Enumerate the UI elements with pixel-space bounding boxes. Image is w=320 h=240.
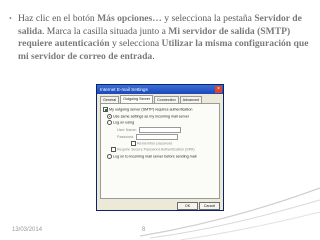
requires-auth-checkbox[interactable]	[103, 107, 108, 112]
remember-password-checkbox[interactable]	[131, 141, 136, 146]
use-same-radio[interactable]	[107, 114, 112, 119]
log-on-incoming-label: Log on to incoming mail server before se…	[113, 154, 197, 159]
tab-general[interactable]: General	[100, 96, 120, 103]
text-part: .	[152, 50, 155, 62]
window-title-bar: Internet E-mail Settings ×	[97, 85, 223, 94]
slide-page-number: 8	[142, 227, 146, 233]
password-label: Password:	[117, 134, 135, 139]
log-on-incoming-radio[interactable]	[107, 154, 112, 159]
user-name-input[interactable]	[138, 127, 181, 133]
user-name-row: User Name:	[117, 127, 181, 133]
log-on-incoming-option[interactable]: Log on to incoming mail server before se…	[107, 154, 196, 159]
tab-connection[interactable]: Connection	[153, 96, 179, 103]
text-part: . Marca la casilla situada junto a	[42, 25, 169, 37]
use-same-settings-option[interactable]: Use same settings as my incoming mail se…	[107, 114, 189, 119]
user-name-label: User Name:	[117, 127, 137, 132]
log-on-using-option[interactable]: Log on using	[107, 120, 134, 125]
password-input[interactable]	[136, 134, 179, 140]
decorative-swoosh	[140, 187, 320, 240]
text-part: y selecciona	[109, 38, 162, 50]
password-row: Password:	[117, 134, 179, 140]
highlight-more-options: Más opciones…	[97, 13, 162, 24]
tab-outgoing-server[interactable]: Outgoing Server	[120, 95, 153, 103]
text-part: y selecciona la pestaña	[161, 13, 255, 24]
spa-option[interactable]: Require Secure Password Authentication (…	[111, 147, 195, 152]
remember-password-label: Remember password	[137, 141, 173, 146]
requires-auth-label: My outgoing server (SMTP) requires authe…	[109, 107, 193, 112]
tab-advanced[interactable]: Advanced	[179, 96, 203, 103]
bullet-marker: •	[9, 14, 12, 23]
log-on-using-radio[interactable]	[107, 120, 112, 125]
tab-strip: General Outgoing Server Connection Advan…	[100, 95, 203, 103]
requires-auth-option[interactable]: My outgoing server (SMTP) requires authe…	[103, 107, 192, 112]
text-part: Haz clic en el botón	[18, 13, 98, 24]
slide-date: 13/03/2014	[12, 227, 43, 233]
spa-checkbox[interactable]	[111, 147, 116, 152]
spa-label: Require Secure Password Authentication (…	[117, 147, 195, 152]
close-icon[interactable]: ×	[215, 86, 222, 93]
slide-bullet-text: • Haz clic en el botón Más opciones… y s…	[9, 13, 314, 63]
use-same-label: Use same settings as my incoming mail se…	[113, 114, 190, 119]
remember-password-option[interactable]: Remember password	[131, 141, 172, 146]
window-title: Internet E-mail Settings	[100, 87, 148, 92]
log-on-using-label: Log on using	[113, 120, 135, 125]
